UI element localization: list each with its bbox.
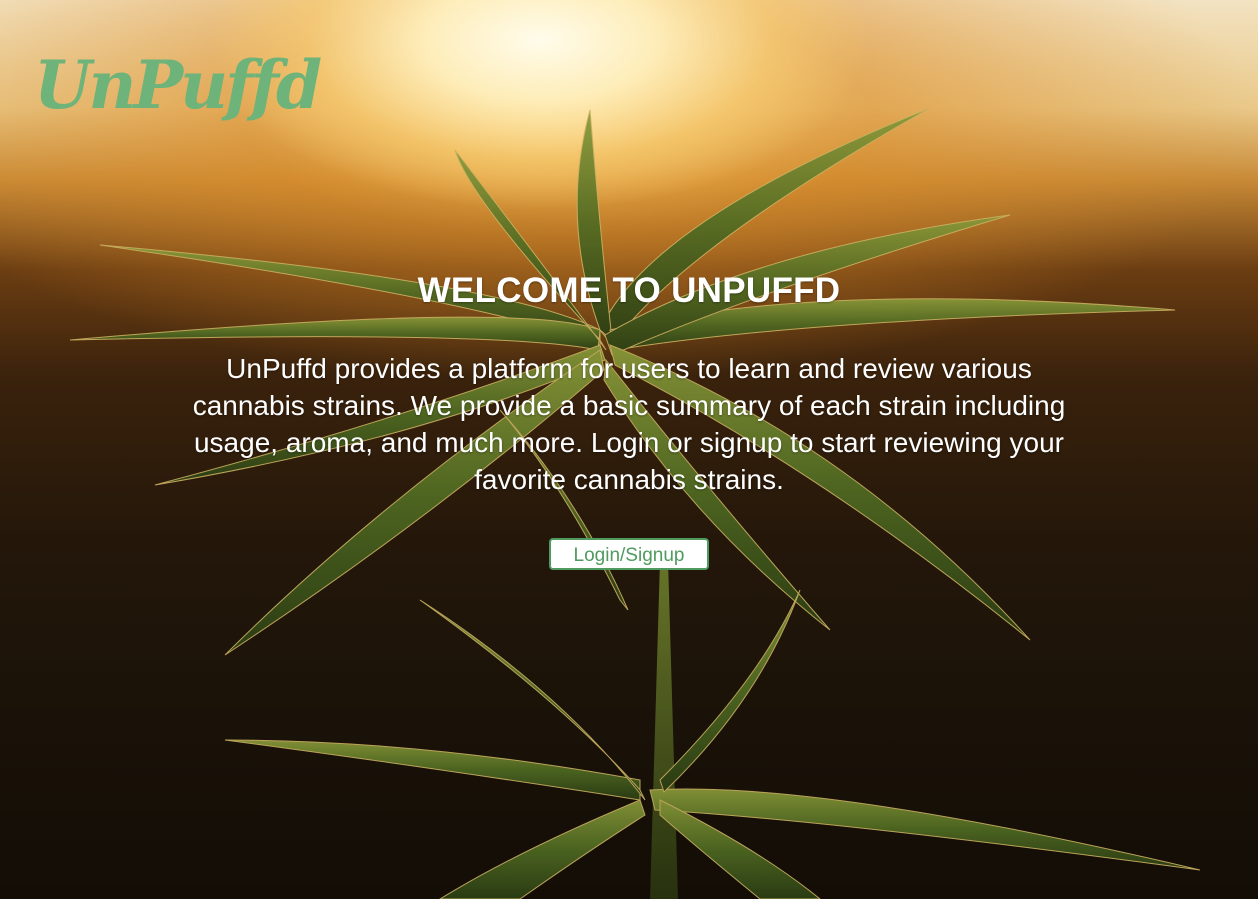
- page-title: WELCOME TO UNPUFFD: [417, 271, 841, 310]
- hero-section: UnPuffd WELCOME TO UNPUFFD UnPuffd provi…: [0, 0, 1258, 899]
- intro-description: UnPuffd provides a platform for users to…: [192, 353, 1066, 495]
- login-signup-button[interactable]: Login/Signup: [549, 538, 709, 570]
- unpuffd-logo[interactable]: UnPuffd: [34, 52, 322, 118]
- welcome-panel: WELCOME TO UNPUFFD UnPuffd provides a pl…: [160, 270, 1098, 570]
